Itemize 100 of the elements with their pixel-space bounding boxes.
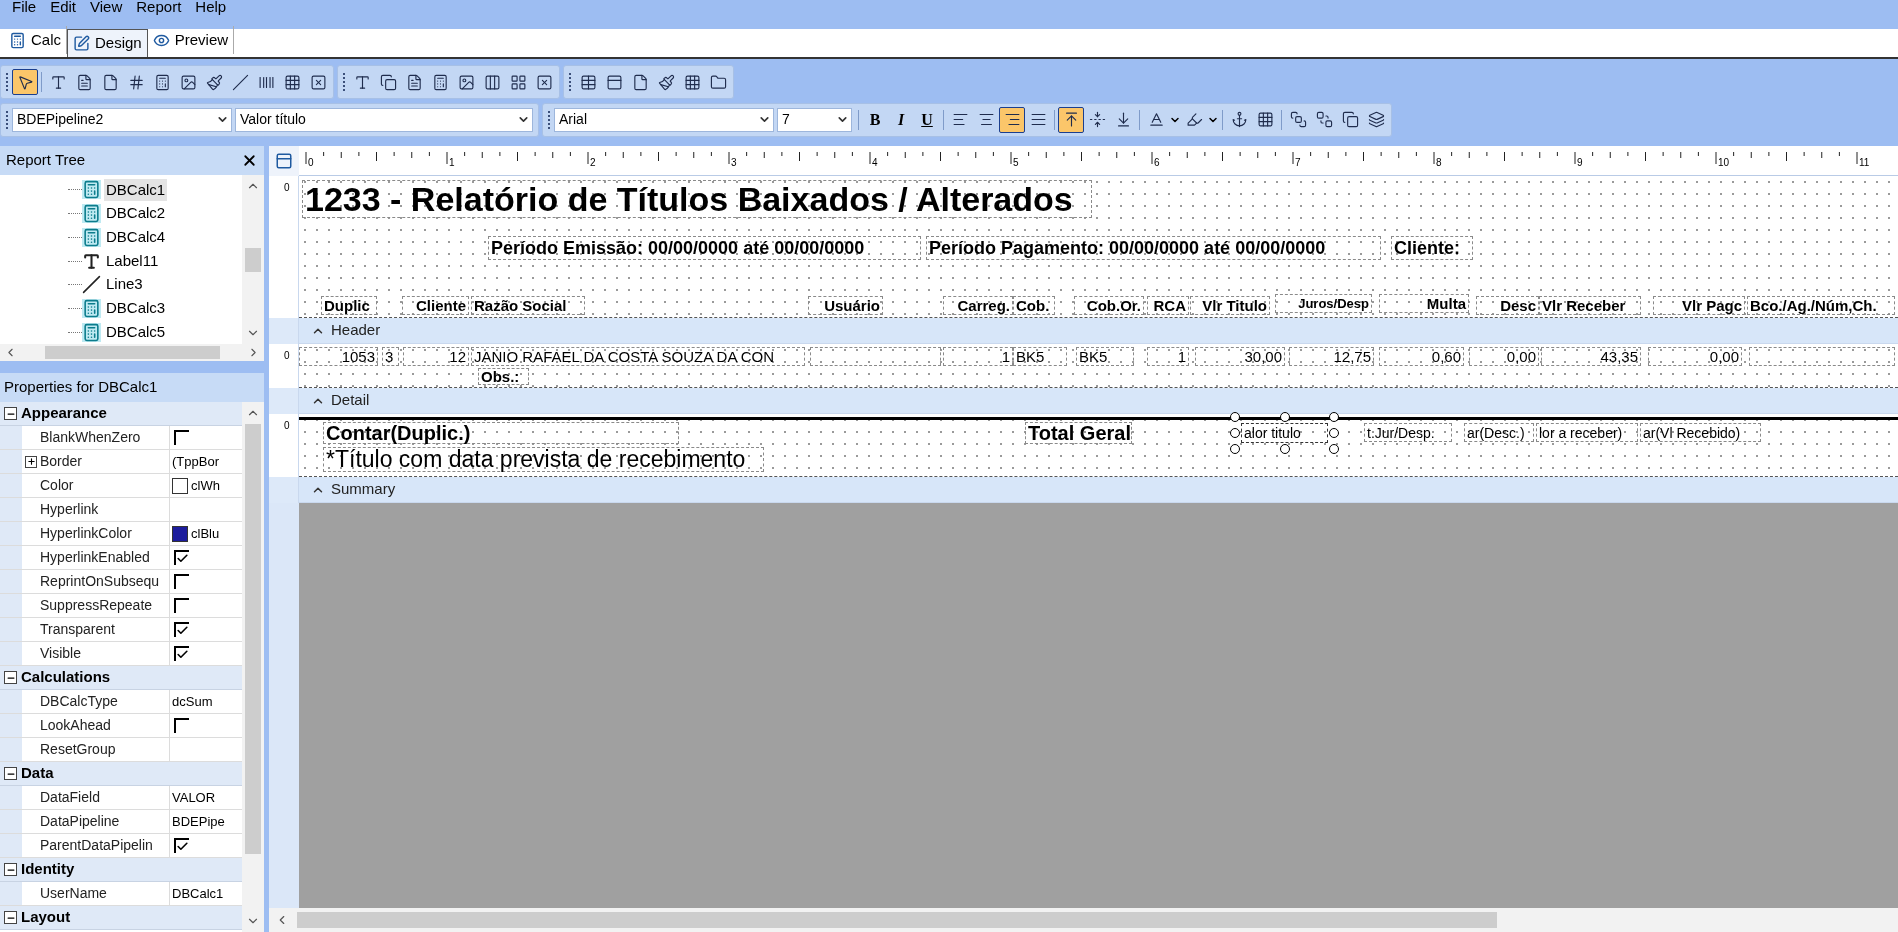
- report-label[interactable]: Contar(Duplic.): [323, 422, 679, 444]
- property-row[interactable]: HyperlinkColor clBlu: [0, 522, 242, 546]
- toolbar-button[interactable]: [999, 106, 1025, 133]
- collapse-toggle[interactable]: [4, 911, 17, 924]
- empty-field[interactable]: [1749, 347, 1895, 366]
- tree-item[interactable]: DBCalc5: [104, 320, 168, 344]
- report-label[interactable]: Cob.: [1013, 296, 1055, 315]
- band-bar[interactable]: Detail: [299, 388, 1898, 414]
- dropdown-field[interactable]: Valor título: [235, 107, 533, 132]
- property-row[interactable]: SuppressRepeate: [0, 594, 242, 618]
- property-row[interactable]: Hyperlink: [0, 498, 242, 522]
- close-icon[interactable]: [241, 152, 258, 169]
- report-label[interactable]: Vlr Pagc: [1653, 296, 1745, 315]
- report-label[interactable]: BK5: [1013, 347, 1067, 366]
- collapse-toggle[interactable]: [4, 863, 17, 876]
- report-label[interactable]: 43,35: [1541, 347, 1641, 366]
- menu-item[interactable]: Help: [195, 0, 227, 14]
- tab[interactable]: Design: [67, 29, 148, 57]
- selection-handle[interactable]: [1279, 412, 1290, 422]
- tab[interactable]: Preview: [147, 26, 235, 54]
- report-label[interactable]: Total Geral: [1025, 422, 1132, 444]
- report-label[interactable]: Obs.:: [478, 368, 529, 385]
- property-row[interactable]: BlankWhenZero: [0, 426, 242, 450]
- expand-toggle[interactable]: [25, 455, 37, 468]
- scrollbar[interactable]: [0, 344, 264, 361]
- scroll-thumb[interactable]: [245, 424, 261, 854]
- scrollbar[interactable]: [242, 175, 264, 344]
- scrollbar[interactable]: [269, 908, 1898, 932]
- layout-icon[interactable]: [275, 152, 293, 170]
- report-label[interactable]: 0,00: [1648, 347, 1742, 366]
- dropdown-field[interactable]: 7: [777, 107, 852, 132]
- property-row[interactable]: Transparent: [0, 618, 242, 642]
- dropdown-field[interactable]: BDEPipeline2: [12, 107, 232, 132]
- scroll-thumb[interactable]: [245, 247, 261, 272]
- report-label[interactable]: 1233 - Relatório de Títulos Baixados / Alterados: [302, 180, 1092, 218]
- style-button[interactable]: B: [862, 106, 888, 133]
- report-label[interactable]: Usuário: [808, 296, 883, 315]
- menu-item[interactable]: Report: [136, 0, 182, 14]
- report-label[interactable]: Cliente:: [1391, 236, 1473, 260]
- report-label[interactable]: 12,75: [1289, 347, 1374, 366]
- tree-item[interactable]: DBCalc1: [104, 178, 168, 202]
- report-label[interactable]: Vlr Receber: [1539, 296, 1641, 315]
- report-label[interactable]: t.Jur/Desp.: [1364, 423, 1452, 442]
- report-label[interactable]: 30,00: [1195, 347, 1285, 366]
- collapse-toggle[interactable]: [4, 407, 17, 420]
- dropdown-field[interactable]: Arial: [554, 107, 774, 132]
- report-label[interactable]: *Título com data prevista de recebimento: [323, 447, 764, 472]
- report-label[interactable]: Cob.Or.: [1074, 296, 1144, 315]
- tree-item[interactable]: DBCalc3: [104, 297, 168, 320]
- report-label[interactable]: 0,00: [1469, 347, 1539, 366]
- property-row[interactable]: Border (TppBor: [0, 450, 242, 474]
- report-label[interactable]: JANIO RAFAEL DA COSTA SOUZA DA CON: [471, 347, 805, 366]
- selection-handle[interactable]: [1279, 444, 1290, 454]
- report-label[interactable]: 3: [382, 347, 399, 366]
- band-bar[interactable]: Summary: [299, 477, 1898, 503]
- report-label[interactable]: alor titulo: [1241, 423, 1328, 443]
- band-bar[interactable]: Header: [299, 318, 1898, 344]
- property-row[interactable]: HyperlinkEnabled: [0, 546, 242, 570]
- report-label[interactable]: Cliente: [402, 296, 469, 315]
- report-label[interactable]: 1: [943, 347, 1013, 366]
- collapse-toggle[interactable]: [4, 671, 17, 684]
- tree-item[interactable]: Line3: [104, 273, 145, 296]
- style-button[interactable]: I: [888, 106, 914, 133]
- scroll-thumb[interactable]: [297, 912, 1497, 928]
- scroll-thumb[interactable]: [44, 346, 220, 359]
- property-row[interactable]: Color clWh: [0, 474, 242, 498]
- report-label[interactable]: Período Pagamento: 00/00/0000 até 00/00/0000: [926, 236, 1381, 260]
- property-row[interactable]: DataPipeline BDEPipe: [0, 810, 242, 834]
- report-label[interactable]: Duplic: [321, 296, 377, 315]
- report-label[interactable]: 1: [1147, 347, 1189, 366]
- property-row[interactable]: ReprintOnSubsequ: [0, 570, 242, 594]
- report-label[interactable]: Desc: [1476, 296, 1539, 315]
- toolbar-button[interactable]: [12, 69, 38, 95]
- property-row[interactable]: LookAhead: [0, 714, 242, 738]
- report-label[interactable]: Período Emissão: 00/00/0000 até 00/00/0000: [488, 236, 921, 260]
- report-label[interactable]: Razão Social: [471, 296, 585, 315]
- report-label[interactable]: RCA: [1147, 296, 1189, 315]
- scrollbar[interactable]: [242, 402, 264, 932]
- report-label[interactable]: 0,60: [1379, 347, 1464, 366]
- report-label[interactable]: lor a receber): [1536, 423, 1638, 442]
- tree-item[interactable]: DBCalc4: [104, 226, 168, 249]
- menu-item[interactable]: File: [12, 0, 37, 14]
- report-label[interactable]: Bco./Ag./Núm,Ch.: [1747, 296, 1895, 315]
- report-label[interactable]: BK5: [1076, 347, 1134, 366]
- menu-item[interactable]: Edit: [50, 0, 77, 14]
- property-row[interactable]: DataField VALOR: [0, 786, 242, 810]
- report-label[interactable]: ar(Vl Recebido): [1640, 423, 1761, 442]
- report-label[interactable]: Carreg.: [943, 296, 1013, 315]
- report-label[interactable]: Multa: [1379, 294, 1469, 313]
- empty-field[interactable]: [810, 347, 941, 366]
- style-button[interactable]: U: [914, 106, 940, 133]
- report-label[interactable]: 12: [403, 347, 469, 366]
- report-label[interactable]: 1053: [299, 347, 378, 366]
- collapse-toggle[interactable]: [4, 767, 17, 780]
- toolbar-button[interactable]: [1058, 106, 1084, 133]
- property-row[interactable]: DBCalcType dcSum: [0, 690, 242, 714]
- tree-item[interactable]: DBCalc2: [104, 202, 168, 225]
- report-label[interactable]: Vlr Titulo: [1190, 296, 1270, 315]
- report-label[interactable]: Juros/Desp: [1275, 294, 1372, 313]
- tree-item[interactable]: Label11: [104, 249, 161, 273]
